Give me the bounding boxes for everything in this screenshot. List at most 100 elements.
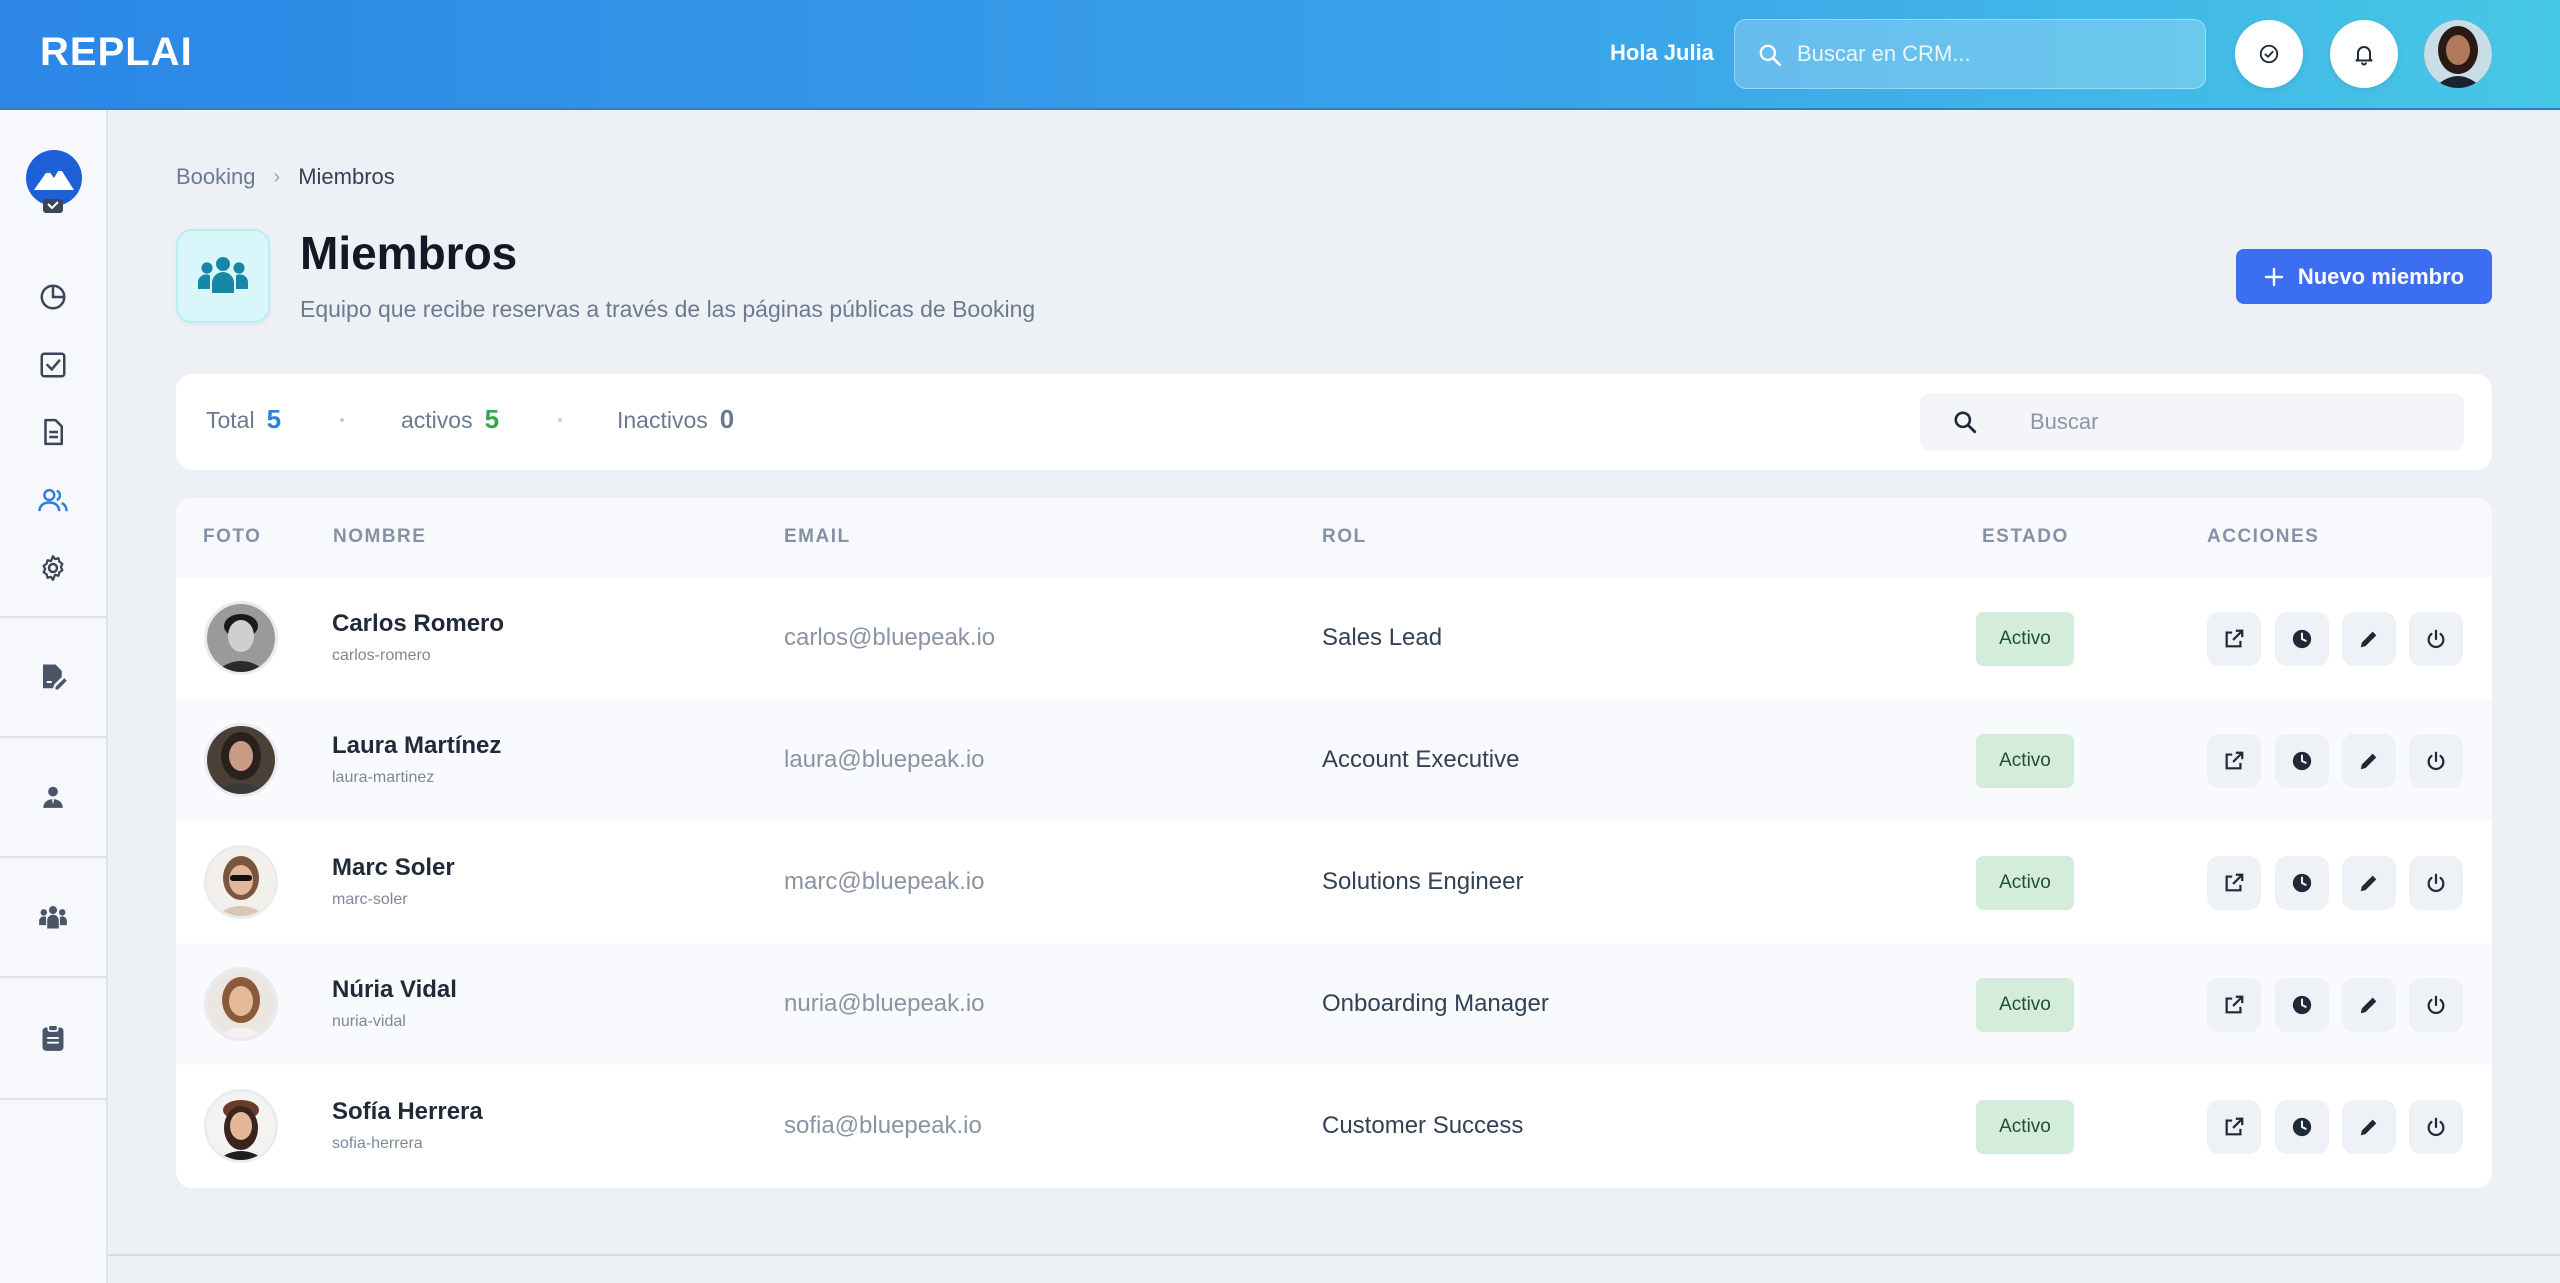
tasks-button[interactable] <box>2235 20 2303 88</box>
stat-active-value: 5 <box>484 404 500 434</box>
availability-button[interactable] <box>2275 856 2329 910</box>
status-badge: Activo <box>1976 734 2074 788</box>
new-member-button[interactable]: Nuevo miembro <box>2236 249 2492 304</box>
member-photo <box>204 723 278 797</box>
sidebar-divider <box>0 616 106 618</box>
separator-dot <box>558 418 562 422</box>
sidebar-item-members[interactable] <box>30 477 76 523</box>
open-public-page-button[interactable] <box>2207 856 2261 910</box>
app-logo[interactable]: REPLAI <box>40 30 193 75</box>
clock-icon <box>2292 751 2312 771</box>
deactivate-button[interactable] <box>2409 612 2463 666</box>
table-row[interactable]: Sofía Herrera sofia-herrera sofia@bluepe… <box>176 1065 2492 1187</box>
sidebar-item-settings[interactable] <box>30 545 76 591</box>
external-link-icon <box>2225 995 2244 1014</box>
status-badge: Activo <box>1976 1100 2074 1154</box>
breadcrumb-parent-link[interactable]: Booking <box>176 164 256 190</box>
edit-button[interactable] <box>2342 612 2396 666</box>
search-icon <box>1954 411 1977 434</box>
edit-button[interactable] <box>2342 978 2396 1032</box>
availability-button[interactable] <box>2275 612 2329 666</box>
deactivate-button[interactable] <box>2409 856 2463 910</box>
table-row[interactable]: Núria Vidal nuria-vidal nuria@bluepeak.i… <box>176 943 2492 1065</box>
power-icon <box>2427 629 2445 649</box>
greeting-text: Hola Julia <box>1610 40 1714 65</box>
global-search-input[interactable] <box>1797 20 2192 88</box>
member-slug: sofia-herrera <box>332 1135 423 1152</box>
member-slug: marc-soler <box>332 891 408 908</box>
sidebar-item-contact[interactable] <box>30 774 76 820</box>
open-public-page-button[interactable] <box>2207 612 2261 666</box>
pie-chart-icon <box>40 284 66 310</box>
pencil-icon <box>2360 631 2377 648</box>
clock-icon <box>2292 629 2312 649</box>
member-slug: nuria-vidal <box>332 1013 406 1030</box>
external-link-icon <box>2225 751 2244 770</box>
column-header-nombre[interactable]: NOMBRE <box>333 526 426 548</box>
deactivate-button[interactable] <box>2409 978 2463 1032</box>
user-avatar[interactable] <box>2424 20 2492 88</box>
status-badge: Activo <box>1976 856 2074 910</box>
column-header-rol[interactable]: ROL <box>1322 526 1367 548</box>
member-photo <box>204 601 278 675</box>
column-header-acciones: ACCIONES <box>2207 526 2320 547</box>
table-row[interactable]: Carlos Romero carlos-romero carlos@bluep… <box>176 577 2492 699</box>
sidebar-item-reports[interactable] <box>30 274 76 320</box>
sidebar-item-inbox[interactable] <box>30 192 76 222</box>
pencil-icon <box>2360 875 2377 892</box>
global-search[interactable] <box>1734 19 2206 89</box>
open-public-page-button[interactable] <box>2207 1100 2261 1154</box>
availability-button[interactable] <box>2275 978 2329 1032</box>
sidebar-item-clipboard[interactable] <box>30 1015 76 1061</box>
table-row[interactable]: Marc Soler marc-soler marc@bluepeak.io S… <box>176 821 2492 943</box>
sidebar-item-teams[interactable] <box>30 894 76 940</box>
edit-button[interactable] <box>2342 734 2396 788</box>
deactivate-button[interactable] <box>2409 734 2463 788</box>
open-public-page-button[interactable] <box>2207 734 2261 788</box>
new-member-button-label: Nuevo miembro <box>2297 263 2465 289</box>
member-name: Carlos Romero <box>332 610 505 637</box>
member-email: carlos@bluepeak.io <box>784 624 996 651</box>
separator-dot <box>340 418 344 422</box>
members-search[interactable] <box>1920 393 2464 451</box>
member-slug: laura-martinez <box>332 769 435 786</box>
members-page-icon <box>176 229 270 323</box>
member-name: Núria Vidal <box>332 976 457 1003</box>
clock-icon <box>2292 873 2312 893</box>
edit-button[interactable] <box>2342 1100 2396 1154</box>
stat-active[interactable]: activos 5 <box>401 404 499 435</box>
open-public-page-button[interactable] <box>2207 978 2261 1032</box>
stat-total[interactable]: Total 5 <box>206 404 281 435</box>
sidebar-item-tasks[interactable] <box>30 342 76 388</box>
deactivate-button[interactable] <box>2409 1100 2463 1154</box>
footer-divider <box>108 1254 2560 1256</box>
sidebar-item-contracts[interactable] <box>30 654 76 700</box>
sidebar-item-documents[interactable] <box>30 409 76 455</box>
document-icon <box>44 418 63 446</box>
breadcrumb: Booking › Miembros <box>176 164 395 190</box>
column-header-foto: FOTO <box>203 526 262 547</box>
member-role: Solutions Engineer <box>1322 868 1524 895</box>
pencil-icon <box>2360 1119 2377 1136</box>
stat-inactive[interactable]: Inactivos 0 <box>617 404 734 435</box>
notifications-button[interactable] <box>2330 20 2398 88</box>
status-badge: Activo <box>1976 978 2074 1032</box>
search-icon <box>1759 44 1782 67</box>
stat-inactive-value: 0 <box>719 404 735 434</box>
power-icon <box>2427 995 2445 1015</box>
members-search-input[interactable] <box>2030 393 2450 451</box>
availability-button[interactable] <box>2275 1100 2329 1154</box>
plus-icon <box>2264 267 2284 286</box>
external-link-icon <box>2225 629 2244 648</box>
stat-active-label: activos <box>401 407 473 433</box>
page-subtitle: Equipo que recibe reservas a través de l… <box>300 296 1036 322</box>
clipboard-icon <box>42 1024 64 1051</box>
column-header-estado[interactable]: ESTADO <box>1982 526 2069 548</box>
member-role: Account Executive <box>1322 746 1520 773</box>
member-photo <box>204 845 278 919</box>
table-row[interactable]: Laura Martínez laura-martinez laura@blue… <box>176 699 2492 821</box>
sidebar-divider <box>0 976 106 978</box>
column-header-email[interactable]: EMAIL <box>784 526 851 548</box>
edit-button[interactable] <box>2342 856 2396 910</box>
availability-button[interactable] <box>2275 734 2329 788</box>
